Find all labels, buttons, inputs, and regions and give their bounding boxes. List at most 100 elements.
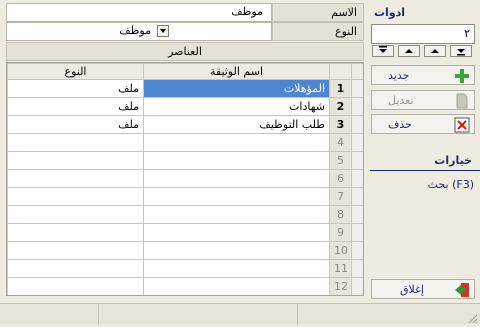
column-header-type[interactable]: النوع xyxy=(7,63,144,80)
cell-type[interactable] xyxy=(7,187,144,206)
status-bar xyxy=(0,303,480,325)
cell-type[interactable]: ملف xyxy=(7,97,144,116)
table-row[interactable]: 7 xyxy=(7,187,363,206)
cell-document-name[interactable] xyxy=(143,151,330,170)
documents-grid: النوع اسم الوثيقة ملف المؤهلات 1 ملف شهادات 2… xyxy=(6,62,364,296)
vertical-scrollbar[interactable] xyxy=(351,133,363,152)
cell-type[interactable] xyxy=(7,133,144,152)
close-button-label: إغلاق xyxy=(400,283,424,296)
table-row[interactable]: ملف المؤهلات 1 xyxy=(7,79,363,98)
type-dropdown[interactable]: موظف xyxy=(6,22,272,41)
last-record-button[interactable] xyxy=(372,45,394,57)
cell-document-name[interactable] xyxy=(143,277,330,295)
cell-document-name[interactable] xyxy=(143,259,330,278)
table-row[interactable]: 4 xyxy=(7,133,363,152)
next-record-button[interactable] xyxy=(398,45,420,57)
type-label: النوع xyxy=(272,22,364,41)
row-number: 1 xyxy=(329,79,352,98)
table-row[interactable]: ملف شهادات 2 xyxy=(7,97,363,116)
elements-section-title: العناصر xyxy=(6,42,364,61)
edit-button-label: تعديل xyxy=(388,94,414,107)
name-field[interactable]: موظف xyxy=(6,3,272,22)
vertical-scrollbar[interactable] xyxy=(351,223,363,242)
type-dropdown-value: موظف xyxy=(119,24,151,37)
first-record-button[interactable] xyxy=(450,45,472,57)
next-record-icon xyxy=(405,49,413,53)
status-segment xyxy=(297,304,298,325)
cell-document-name[interactable] xyxy=(143,133,330,152)
scrollbar-header xyxy=(351,63,363,80)
name-field-value: موظف xyxy=(231,5,263,18)
cell-type[interactable] xyxy=(7,277,144,295)
table-row[interactable]: 10 xyxy=(7,241,363,260)
close-button[interactable]: إغلاق xyxy=(371,279,475,299)
grid-header-row: النوع اسم الوثيقة xyxy=(7,63,363,80)
row-number: 2 xyxy=(329,97,352,116)
cell-document-name[interactable] xyxy=(143,169,330,188)
vertical-scrollbar[interactable] xyxy=(351,277,363,295)
vertical-scrollbar[interactable] xyxy=(351,169,363,188)
table-row[interactable]: 11 xyxy=(7,259,363,278)
cell-type[interactable] xyxy=(7,169,144,188)
vertical-scrollbar[interactable] xyxy=(351,115,363,134)
cell-document-name[interactable]: المؤهلات xyxy=(143,79,330,98)
name-label: الاسم xyxy=(272,3,364,22)
cell-type[interactable]: ملف xyxy=(7,79,144,98)
options-title: خيارات xyxy=(370,152,480,171)
cell-type[interactable] xyxy=(7,241,144,260)
row-number: 3 xyxy=(329,115,352,134)
vertical-scrollbar[interactable] xyxy=(351,79,363,98)
row-number: 5 xyxy=(329,151,352,170)
row-number: 4 xyxy=(329,133,352,152)
chevron-down-icon[interactable] xyxy=(157,25,169,37)
new-button[interactable]: جديد xyxy=(371,65,475,85)
document-icon xyxy=(454,93,470,109)
cell-type[interactable] xyxy=(7,259,144,278)
cell-document-name[interactable] xyxy=(143,205,330,224)
new-button-label: جديد xyxy=(388,69,410,82)
previous-record-icon xyxy=(431,49,439,53)
table-row[interactable]: 12 xyxy=(7,277,363,295)
row-number: 7 xyxy=(329,187,352,206)
cell-document-name[interactable]: شهادات xyxy=(143,97,330,116)
row-number: 8 xyxy=(329,205,352,224)
row-number: 10 xyxy=(329,241,352,260)
column-header-name[interactable]: اسم الوثيقة xyxy=(143,63,330,80)
resize-grip-icon[interactable] xyxy=(466,312,478,324)
cell-type[interactable]: ملف xyxy=(7,115,144,134)
vertical-scrollbar[interactable] xyxy=(351,241,363,260)
vertical-scrollbar[interactable] xyxy=(351,151,363,170)
table-row[interactable]: 9 xyxy=(7,223,363,242)
vertical-scrollbar[interactable] xyxy=(351,97,363,116)
cell-document-name[interactable] xyxy=(143,187,330,206)
table-row[interactable]: ملف طلب التوظيف 3 xyxy=(7,115,363,134)
vertical-scrollbar[interactable] xyxy=(351,259,363,278)
status-segment xyxy=(98,304,99,325)
cell-document-name[interactable] xyxy=(143,241,330,260)
previous-record-button[interactable] xyxy=(424,45,446,57)
column-header-row xyxy=(329,63,352,80)
delete-icon xyxy=(454,117,470,133)
row-number: 11 xyxy=(329,259,352,278)
cell-type[interactable] xyxy=(7,205,144,224)
cell-type[interactable] xyxy=(7,223,144,242)
table-row[interactable]: 6 xyxy=(7,169,363,188)
table-row[interactable]: 8 xyxy=(7,205,363,224)
row-number: 12 xyxy=(329,277,352,295)
exit-icon xyxy=(454,282,470,298)
last-record-icon xyxy=(379,46,387,53)
add-icon xyxy=(454,68,470,84)
delete-button-label: حذف xyxy=(388,118,412,131)
cell-document-name[interactable]: طلب التوظيف xyxy=(143,115,330,134)
vertical-scrollbar[interactable] xyxy=(351,205,363,224)
table-row[interactable]: 5 xyxy=(7,151,363,170)
delete-button[interactable]: حذف xyxy=(371,114,475,134)
search-option[interactable]: بحث (F3) xyxy=(370,178,480,191)
cell-document-name[interactable] xyxy=(143,223,330,242)
tools-title: ادوات xyxy=(374,6,406,19)
cell-type[interactable] xyxy=(7,151,144,170)
row-number: 6 xyxy=(329,169,352,188)
edit-button[interactable]: تعديل xyxy=(371,90,475,110)
vertical-scrollbar[interactable] xyxy=(351,187,363,206)
record-number-field[interactable]: ٢ xyxy=(371,24,475,44)
